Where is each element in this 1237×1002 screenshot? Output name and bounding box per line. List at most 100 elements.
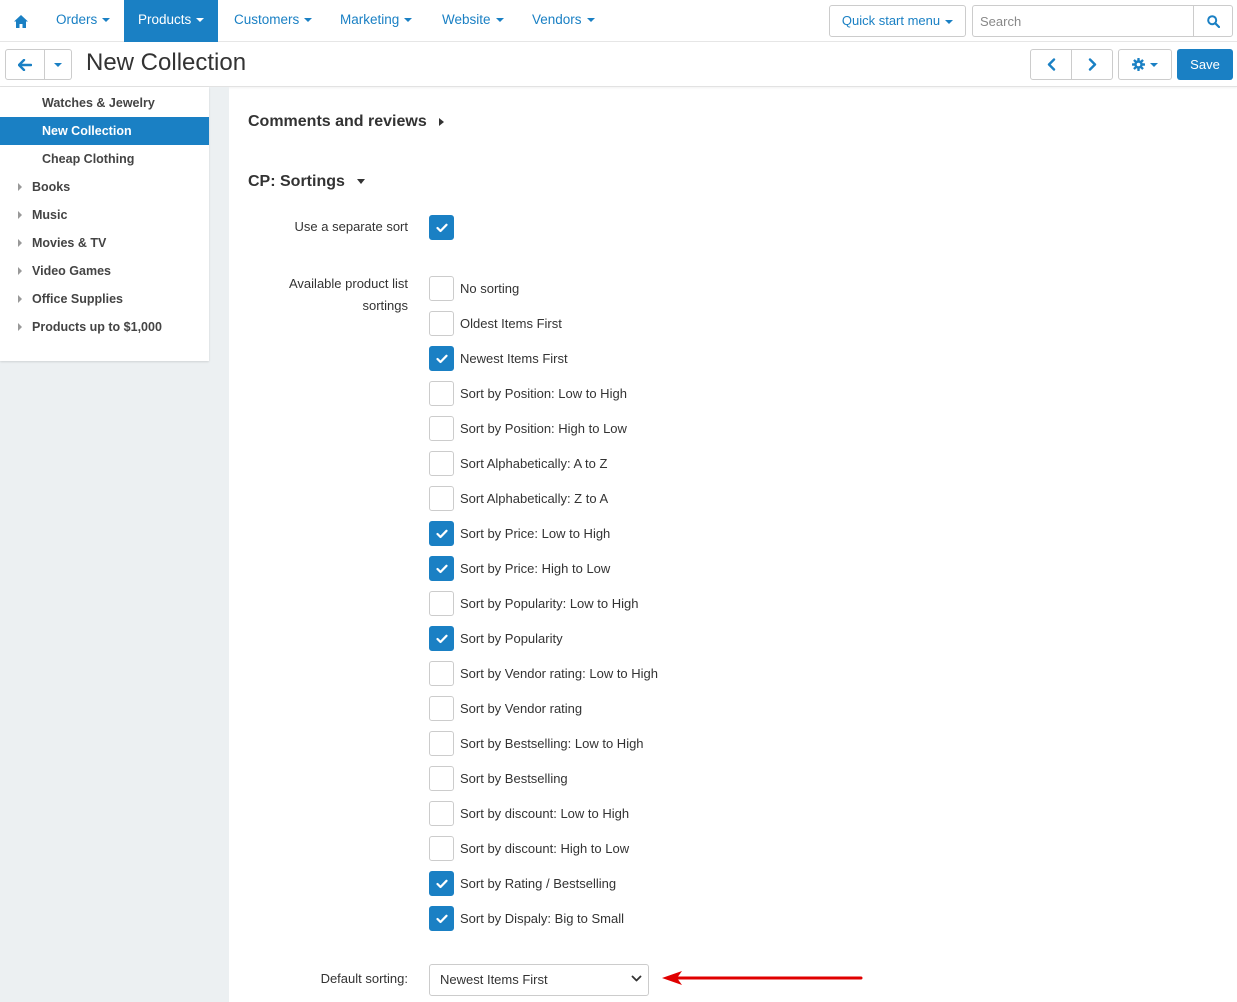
quick-start-menu-button[interactable]: Quick start menu [829,5,966,37]
sorting-option-checkbox[interactable] [429,451,454,476]
sorting-option-label[interactable]: Sort by Vendor rating: Low to High [460,665,658,683]
sidebar-item-label: Products up to $1,000 [32,320,162,334]
sidebar-item[interactable]: Products up to $1,000 [0,313,209,341]
back-button[interactable] [5,49,45,80]
sorting-option-label[interactable]: Sort by Bestselling [460,770,568,788]
search-input[interactable] [972,5,1193,37]
sorting-option-checkbox[interactable] [429,696,454,721]
sorting-option-label[interactable]: Sort Alphabetically: Z to A [460,490,608,508]
sorting-option-checkbox[interactable] [429,801,454,826]
save-button[interactable]: Save [1177,49,1233,80]
sorting-option-checkbox[interactable] [429,591,454,616]
sidebar-item[interactable]: New Collection [0,117,209,145]
page-toolbar: New Collection Save [0,42,1237,87]
cp-sortings-section-toggle[interactable]: CP: Sortings [248,173,365,191]
sorting-option-label[interactable]: Sort by Position: High to Low [460,420,627,438]
sorting-option-checkbox[interactable] [429,381,454,406]
nav-customers-menu[interactable]: Customers [220,0,326,42]
nav-products-menu[interactable]: Products [124,0,219,42]
previous-button[interactable] [1030,49,1072,80]
caret-right-icon[interactable] [18,239,22,247]
sorting-option-label[interactable]: Sort by Dispaly: Big to Small [460,910,624,928]
nav-item-label: Products [138,12,192,27]
sorting-option-checkbox[interactable] [429,871,454,896]
sorting-option-checkbox[interactable] [429,766,454,791]
next-button[interactable] [1071,49,1113,80]
sidebar-item[interactable]: Movies & TV [0,229,209,257]
sidebar-item[interactable]: Watches & Jewelry [0,89,209,117]
default-sorting-select[interactable]: Newest Items First [429,964,649,996]
chevron-down-icon [304,18,313,23]
chevron-left-icon [1047,58,1055,71]
sorting-option-label[interactable]: Sort by Price: Low to High [460,525,610,543]
annotation-arrow-icon [662,971,863,985]
sidebar-item[interactable]: Books [0,173,209,201]
sorting-option-checkbox[interactable] [429,311,454,336]
sorting-option-label[interactable]: Sort by Position: Low to High [460,385,627,403]
sidebar-item-label: Video Games [32,264,111,278]
nav-item-label: Website [442,12,491,27]
sorting-option-checkbox[interactable] [429,416,454,441]
sorting-option-checkbox[interactable] [429,731,454,756]
sidebar-item-label: Music [32,208,68,222]
sorting-option-checkbox[interactable] [429,346,454,371]
caret-right-icon[interactable] [18,323,22,331]
check-icon [435,223,448,232]
nav-item-label: Orders [56,12,98,27]
sorting-option-label[interactable]: Sort by discount: High to Low [460,840,629,858]
top-navigation: Orders Products Customers Marketing Website V… [0,0,1237,42]
check-icon [435,564,448,573]
sorting-option-checkbox[interactable] [429,626,454,651]
sidebar-item[interactable]: Music [0,201,209,229]
sorting-option-checkbox[interactable] [429,521,454,546]
sorting-option-label[interactable]: Newest Items First [460,350,568,368]
nav-website-menu[interactable]: Website [428,0,518,42]
caret-right-icon[interactable] [18,267,22,275]
search-button[interactable] [1193,5,1233,37]
sorting-option-label[interactable]: No sorting [460,280,519,298]
caret-right-icon[interactable] [18,211,22,219]
chevron-down-icon [945,19,954,24]
sorting-option-label[interactable]: Sort by discount: Low to High [460,805,629,823]
sidebar-item[interactable]: Video Games [0,257,209,285]
category-sidebar: Watches & Jewelry New Collection Cheap Clo… [0,87,209,361]
caret-down-icon [356,179,365,185]
quick-start-label: Quick start menu [841,13,941,28]
sorting-option-checkbox[interactable] [429,486,454,511]
caret-right-icon[interactable] [18,295,22,303]
sorting-option-checkbox[interactable] [429,836,454,861]
sorting-option-label[interactable]: Sort by Popularity: Low to High [460,595,638,613]
check-icon [435,354,448,363]
sorting-option-label[interactable]: Oldest Items First [460,315,562,333]
chevron-down-icon [196,18,205,23]
sorting-option-label[interactable]: Sort Alphabetically: A to Z [460,455,607,473]
settings-dropdown-button[interactable] [1118,49,1172,80]
comments-reviews-section-toggle[interactable]: Comments and reviews [248,113,444,131]
chevron-down-icon [586,18,595,23]
sidebar-item[interactable]: Office Supplies [0,285,209,313]
search-icon [1206,14,1220,28]
back-dropdown-button[interactable] [45,49,72,80]
sorting-option-checkbox[interactable] [429,906,454,931]
home-icon [14,14,28,28]
sorting-option-label[interactable]: Sort by Bestselling: Low to High [460,735,644,753]
chevron-down-icon [404,18,413,23]
available-sortings-label: Available product list sortings [289,273,408,317]
sorting-option-label[interactable]: Sort by Price: High to Low [460,560,610,578]
sidebar-item-label: New Collection [42,124,132,138]
sorting-option-label[interactable]: Sort by Rating / Bestselling [460,875,616,893]
nav-marketing-menu[interactable]: Marketing [326,0,426,42]
sorting-option-checkbox[interactable] [429,556,454,581]
nav-vendors-menu[interactable]: Vendors [518,0,609,42]
sidebar-item-label: Office Supplies [32,292,123,306]
home-button[interactable] [0,0,42,42]
sorting-option-label[interactable]: Sort by Popularity [460,630,563,648]
sidebar-item[interactable]: Cheap Clothing [0,145,209,173]
sidebar-item-label: Movies & TV [32,236,107,250]
nav-orders-menu[interactable]: Orders [42,0,124,42]
sorting-option-checkbox[interactable] [429,661,454,686]
caret-right-icon[interactable] [18,183,22,191]
sorting-option-checkbox[interactable] [429,276,454,301]
sorting-option-label[interactable]: Sort by Vendor rating [460,700,582,718]
separate-sort-checkbox[interactable] [429,215,454,240]
